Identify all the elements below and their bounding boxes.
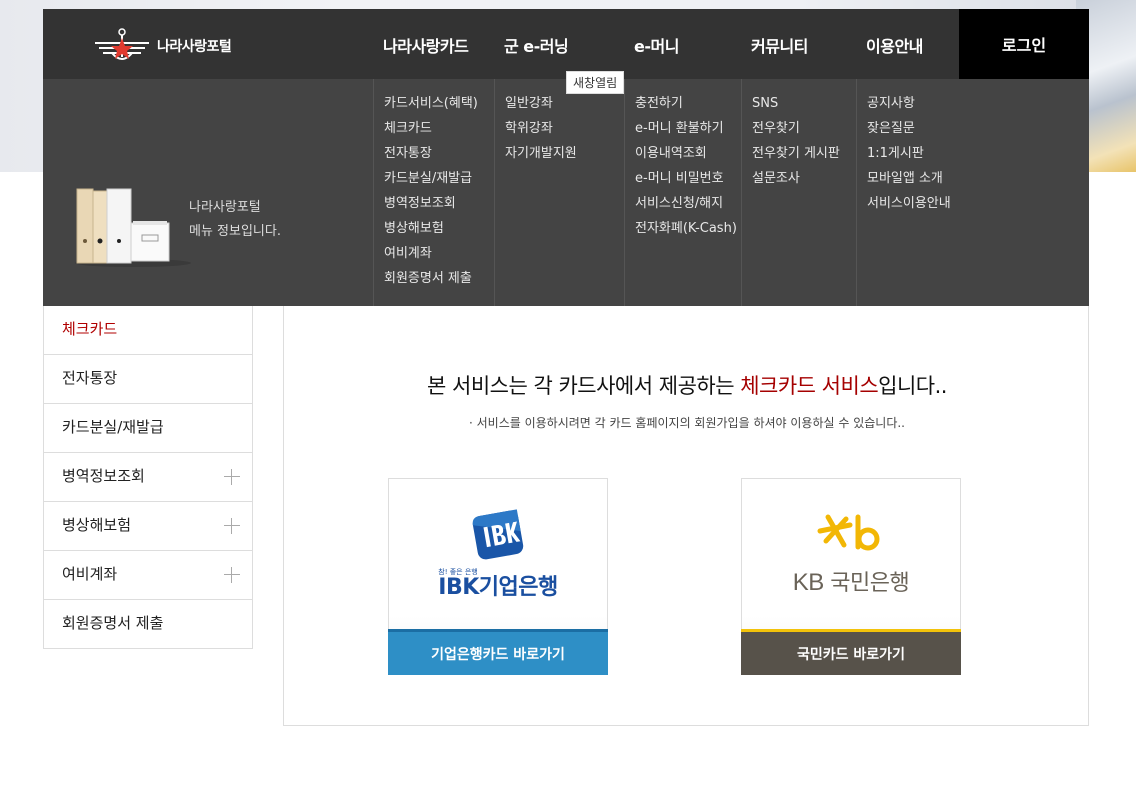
new-window-tooltip: 새창열림 [566, 71, 625, 94]
menu-find-comrade[interactable]: 전우찾기 [742, 119, 857, 144]
menu-column-community: SNS 전우찾기 전우찾기 게시판 설문조사 [741, 79, 857, 306]
menu-travel-account[interactable]: 여비계좌 [374, 244, 495, 269]
menu-degree-course[interactable]: 학위강좌 [495, 119, 625, 144]
top-navigation-bar: 나라사랑포털 나라사랑카드 군 e-러닝 e-머니 커뮤니티 이용안내 로그인 [43, 9, 1089, 79]
kb-bank-label: 국민은행 [830, 571, 910, 596]
menu-member-certificate[interactable]: 회원증명서 제출 [374, 269, 495, 294]
menu-kcash[interactable]: 전자화폐(K-Cash) [625, 219, 742, 244]
sidebar-item-military-info[interactable]: 병역정보조회 [44, 453, 252, 502]
headline-prefix: 본 서비스는 각 카드사에서 제공하는 [427, 374, 741, 398]
sidebar-item-label: 회원증명서 제출 [62, 614, 164, 632]
kb-card[interactable]: KB 국민은행 국민카드 바로가기 [741, 478, 961, 675]
menu-check-card[interactable]: 체크카드 [374, 119, 495, 144]
menu-column-card: 카드서비스(혜택) 체크카드 전자통장 카드분실/재발급 병역정보조회 병상해보… [373, 79, 495, 306]
sidebar-menu: 체크카드 전자통장 카드분실/재발급 병역정보조회 병상해보험 여비계좌 회원증… [43, 306, 253, 649]
nav-emoney[interactable]: e-머니 [634, 33, 679, 57]
info-text-line2: 메뉴 정보입니다. [189, 224, 281, 239]
kb-bank-prefix: KB [792, 569, 825, 596]
menu-column-guide: 공지사항 잦은질문 1:1게시판 모바일앱 소개 서비스이용안내 [856, 79, 966, 306]
main-content: 본 서비스는 각 카드사에서 제공하는 체크카드 서비스입니다.. · 서비스를… [283, 306, 1089, 726]
kb-card-link-button[interactable]: 국민카드 바로가기 [741, 629, 961, 675]
sidebar-item-card-lost-reissue[interactable]: 카드분실/재발급 [44, 404, 252, 453]
menu-emoney-password[interactable]: e-머니 비밀번호 [625, 169, 742, 194]
expand-plus-icon[interactable] [224, 567, 240, 583]
sidebar-item-label: 카드분실/재발급 [62, 418, 164, 436]
info-text-line1: 나라사랑포털 [189, 200, 261, 215]
headline-highlight: 체크카드 서비스 [740, 374, 879, 398]
menu-notice[interactable]: 공지사항 [857, 94, 966, 119]
menu-usage-history[interactable]: 이용내역조회 [625, 144, 742, 169]
nav-guide[interactable]: 이용안내 [866, 33, 923, 57]
menu-charge[interactable]: 충전하기 [625, 94, 742, 119]
menu-service-apply[interactable]: 서비스신청/해지 [625, 194, 742, 219]
menu-mobile-app[interactable]: 모바일앱 소개 [857, 169, 966, 194]
mega-menu-info: 나라사랑포털 메뉴 정보입니다. [189, 196, 281, 244]
site-logo[interactable]: 나라사랑포털 [93, 27, 232, 65]
menu-service-guide[interactable]: 서비스이용안내 [857, 194, 966, 219]
sidebar-item-e-passbook[interactable]: 전자통장 [44, 355, 252, 404]
menu-qna-board[interactable]: 1:1게시판 [857, 144, 966, 169]
menu-sns[interactable]: SNS [742, 94, 857, 119]
nav-narasarang-card[interactable]: 나라사랑카드 [383, 33, 469, 57]
menu-survey[interactable]: 설문조사 [742, 169, 857, 194]
menu-card-service[interactable]: 카드서비스(혜택) [374, 94, 495, 119]
mega-menu-panel: 나라사랑포털 메뉴 정보입니다. 카드서비스(혜택) 체크카드 전자통장 카드분… [43, 79, 1089, 306]
menu-general-course[interactable]: 일반강좌 [495, 94, 625, 119]
ibk-card[interactable]: 참! 좋은 은행 IBK기업은행 기업은행카드 바로가기 [388, 478, 608, 675]
nav-military-elearning[interactable]: 군 e-러닝 [504, 33, 569, 57]
sidebar-item-label: 병역정보조회 [62, 467, 145, 485]
kb-star-icon [817, 514, 880, 551]
logo-text: 나라사랑포털 [157, 39, 232, 55]
sidebar-item-member-certificate[interactable]: 회원증명서 제출 [44, 600, 252, 649]
binders-illustration-icon [75, 188, 191, 267]
nav-community[interactable]: 커뮤니티 [751, 33, 808, 57]
kb-logo: KB 국민은행 [742, 479, 960, 629]
ibk-card-link-button[interactable]: 기업은행카드 바로가기 [388, 629, 608, 675]
expand-plus-icon[interactable] [224, 518, 240, 534]
login-button[interactable]: 로그인 [959, 9, 1089, 79]
kb-bank-name: KB 국민은행 [792, 565, 910, 597]
page-headline: 본 서비스는 각 카드사에서 제공하는 체크카드 서비스입니다.. [284, 370, 1090, 400]
menu-faq[interactable]: 잦은질문 [857, 119, 966, 144]
menu-injury-insurance[interactable]: 병상해보험 [374, 219, 495, 244]
sidebar-item-label: 전자통장 [62, 369, 118, 387]
sidebar-item-label: 여비계좌 [62, 565, 118, 583]
menu-card-lost-reissue[interactable]: 카드분실/재발급 [374, 169, 495, 194]
ibk-emblem-icon [472, 509, 524, 560]
menu-emoney-refund[interactable]: e-머니 환불하기 [625, 119, 742, 144]
menu-military-info[interactable]: 병역정보조회 [374, 194, 495, 219]
headline-suffix: 입니다.. [878, 374, 947, 398]
sidebar-item-label: 체크카드 [62, 320, 118, 338]
sidebar-item-injury-insurance[interactable]: 병상해보험 [44, 502, 252, 551]
menu-self-development[interactable]: 자기개발지원 [495, 144, 625, 169]
menu-column-elearning: 일반강좌 학위강좌 자기개발지원 [494, 79, 625, 306]
menu-column-emoney: 충전하기 e-머니 환불하기 이용내역조회 e-머니 비밀번호 서비스신청/해지… [624, 79, 742, 306]
sidebar-item-travel-account[interactable]: 여비계좌 [44, 551, 252, 600]
page-subline: · 서비스를 이용하시려면 각 카드 홈페이지의 회원가입을 하셔야 이용하실 … [469, 416, 905, 430]
ibk-bank-name: IBK기업은행 [438, 575, 558, 600]
sidebar-item-label: 병상해보험 [62, 516, 132, 534]
expand-plus-icon[interactable] [224, 469, 240, 485]
logo-emblem-icon [95, 28, 149, 60]
menu-comrade-board[interactable]: 전우찾기 게시판 [742, 144, 857, 169]
ibk-logo: 참! 좋은 은행 IBK기업은행 [389, 479, 607, 629]
sidebar-item-check-card[interactable]: 체크카드 [44, 306, 252, 355]
menu-e-passbook[interactable]: 전자통장 [374, 144, 495, 169]
